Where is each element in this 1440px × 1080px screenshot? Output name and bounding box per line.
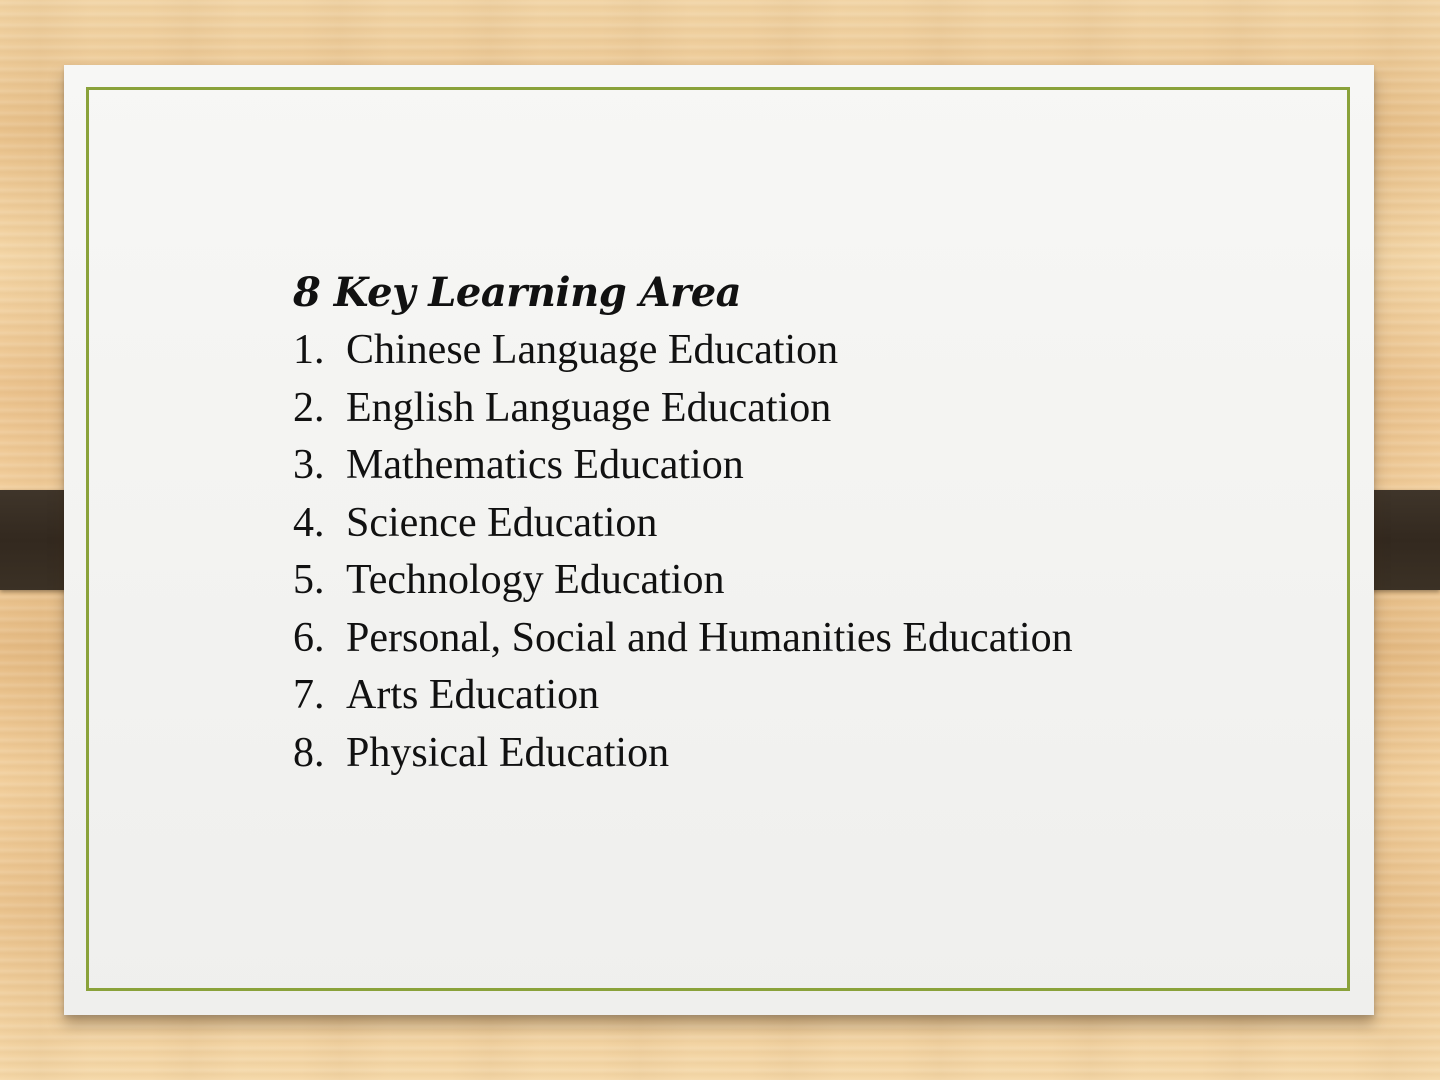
item-number: 5.: [293, 557, 325, 603]
item-number: 3.: [293, 442, 325, 488]
learning-area-list: 1. Chinese Language Education 2. English…: [293, 322, 1073, 782]
list-item: 7. Arts Education: [293, 667, 1073, 725]
item-label: Mathematics Education: [346, 442, 744, 488]
list-item: 1. Chinese Language Education: [293, 322, 1073, 380]
list-item: 8. Physical Education: [293, 725, 1073, 783]
list-item: 5. Technology Education: [293, 552, 1073, 610]
item-number: 1.: [293, 327, 325, 373]
item-label: English Language Education: [346, 384, 832, 431]
item-number: 6.: [293, 614, 325, 661]
list-item: 3. Mathematics Education: [293, 437, 1073, 495]
item-label: Chinese Language Education: [346, 327, 839, 373]
slide-heading: 8 Key Learning Area: [293, 269, 742, 316]
slide-content: 8 Key Learning Area 1. Chinese Language …: [293, 265, 1073, 782]
item-label: Physical Education: [346, 729, 670, 776]
item-number: 8.: [293, 729, 325, 776]
item-label: Technology Education: [346, 557, 725, 603]
item-label: Personal, Social and Humanities Educatio…: [346, 614, 1073, 661]
list-item: 4. Science Education: [293, 495, 1073, 553]
item-label: Arts Education: [346, 672, 600, 718]
list-item: 2. English Language Education: [293, 380, 1073, 438]
item-number: 4.: [293, 499, 325, 546]
item-number: 2.: [293, 384, 325, 431]
item-label: Science Education: [346, 499, 658, 546]
list-item: 6. Personal, Social and Humanities Educa…: [293, 610, 1073, 668]
item-number: 7.: [293, 672, 325, 718]
